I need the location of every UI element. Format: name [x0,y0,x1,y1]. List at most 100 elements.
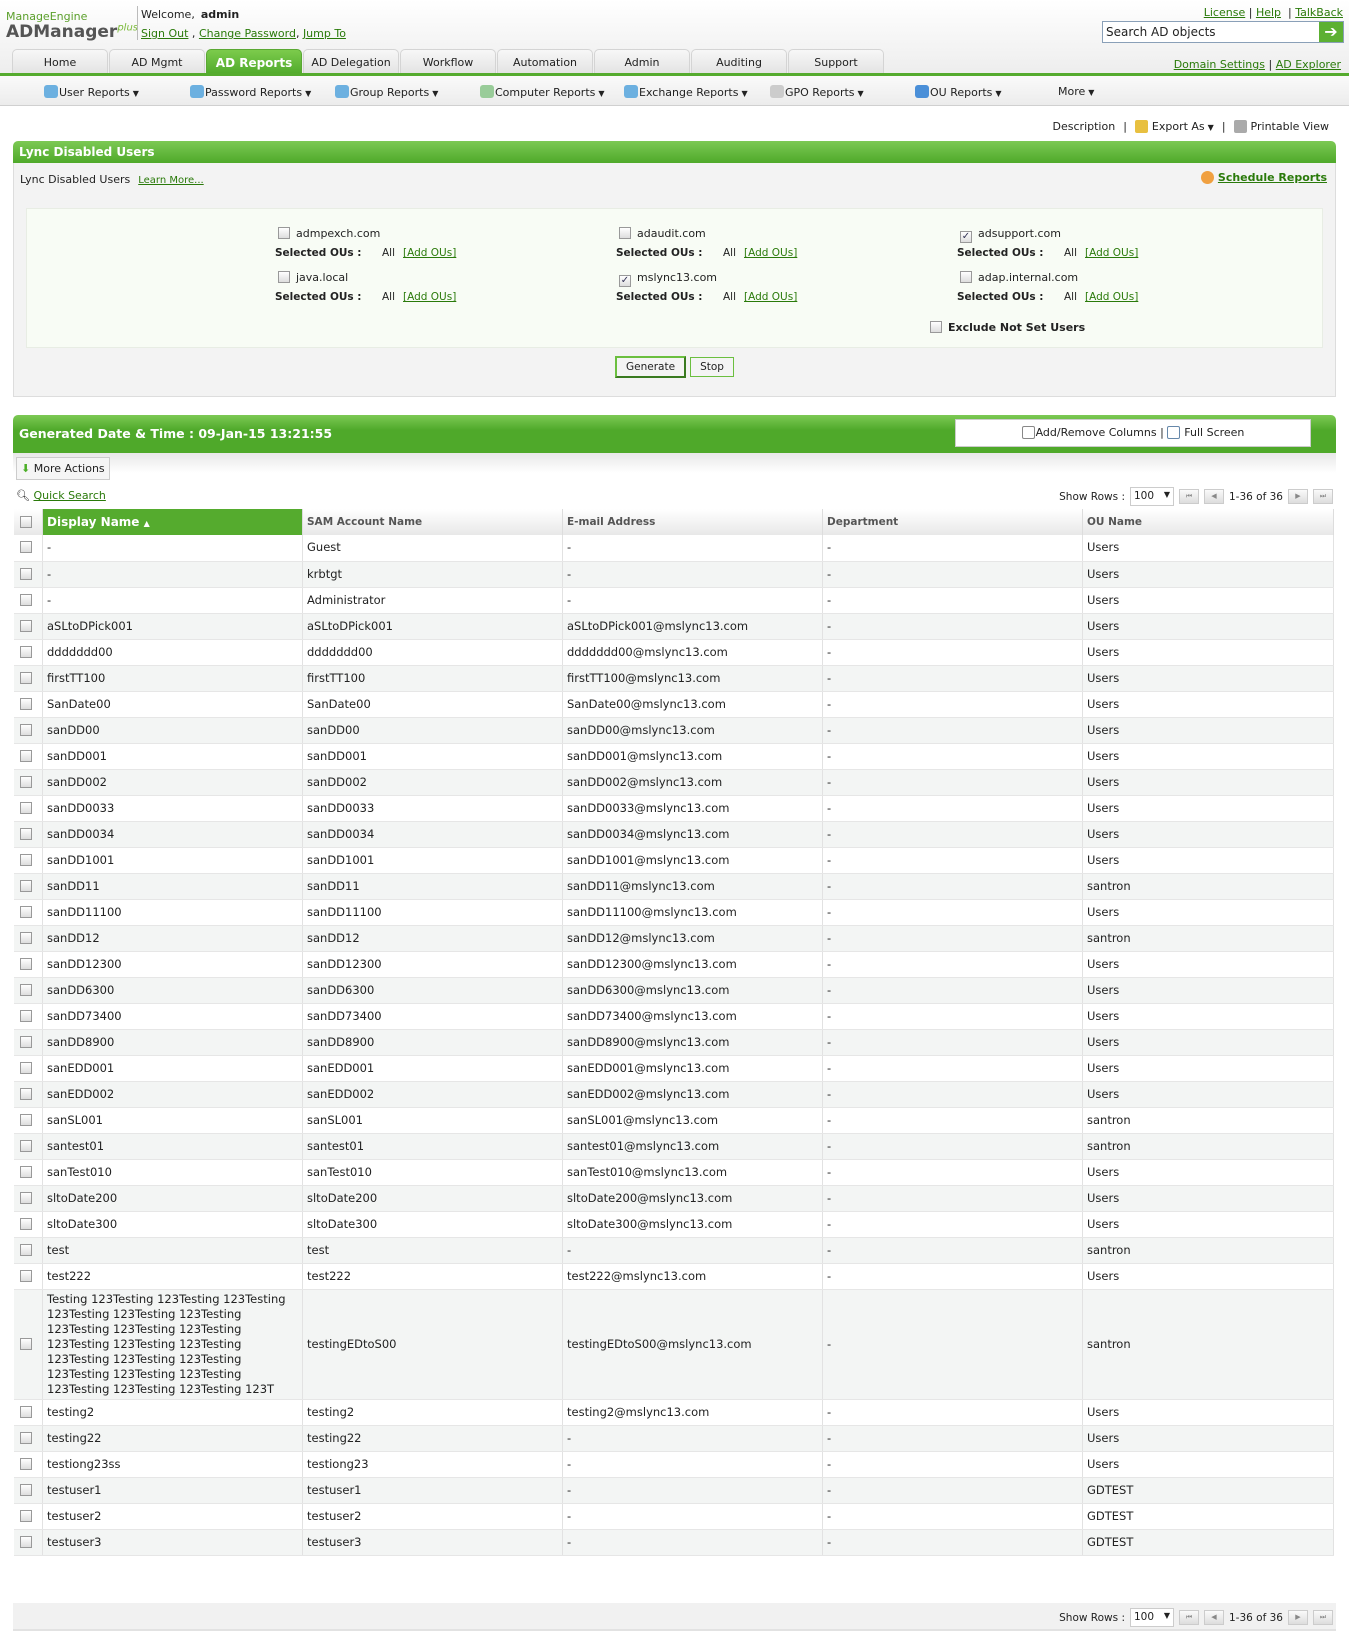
domain-checkbox[interactable] [960,271,972,283]
row-checkbox[interactable] [20,645,32,658]
domain-option[interactable]: adap.internal.com [960,271,1078,284]
add-ous-link[interactable]: [Add OUs] [1085,291,1138,303]
first-page-button[interactable]: ⏮ [1179,489,1199,504]
row-checkbox[interactable] [20,1009,32,1022]
domain-checkbox[interactable] [278,227,290,239]
export-as-menu[interactable]: Export As ▼ [1134,120,1214,133]
row-checkbox[interactable] [20,1269,32,1282]
add-ous-link[interactable]: [Add OUs] [403,291,456,303]
stop-button[interactable]: Stop [690,357,734,377]
change-password-link[interactable]: Change Password [199,27,296,40]
tab-workflow[interactable]: Workflow [400,49,496,75]
tab-admin[interactable]: Admin [594,49,690,75]
row-checkbox[interactable] [20,1035,32,1048]
row-checkbox[interactable] [20,1405,32,1418]
sign-out-link[interactable]: Sign Out [141,27,188,40]
quick-search[interactable]: 🔍︎ Quick Search [16,489,106,502]
quick-search-link[interactable]: Quick Search [33,489,105,502]
row-checkbox[interactable] [20,957,32,970]
add-ous-link[interactable]: [Add OUs] [744,247,797,259]
col-sam-account-name[interactable]: SAM Account Name [302,509,563,535]
row-checkbox[interactable] [20,1191,32,1204]
add-remove-columns-button[interactable]: Add/Remove Columns [1021,426,1157,439]
subnav-more[interactable]: More ▼ [1058,85,1094,98]
row-checkbox[interactable] [20,749,32,762]
tab-ad-delegation[interactable]: AD Delegation [303,49,399,75]
row-checkbox[interactable] [20,983,32,996]
domain-option[interactable]: ✓ mslync13.com [619,271,717,287]
next-page-button[interactable]: ▶ [1288,489,1308,504]
printable-view-link[interactable]: Printable View [1233,120,1329,133]
row-checkbox[interactable] [20,1087,32,1100]
domain-option[interactable]: adaudit.com [619,227,706,240]
col-display-name[interactable]: Display Name ▲ [42,509,303,535]
select-all-checkbox[interactable] [20,515,32,528]
col-ou-name[interactable]: OU Name [1082,509,1334,535]
row-checkbox[interactable] [20,931,32,944]
search-input[interactable] [1103,22,1319,42]
row-checkbox[interactable] [20,1165,32,1178]
next-page-button[interactable]: ▶ [1288,1610,1308,1625]
row-checkbox[interactable] [20,1535,32,1548]
subnav-exchange-reports[interactable]: Exchange Reports ▼ [624,85,748,99]
tab-ad-reports[interactable]: AD Reports [206,49,302,75]
last-page-button[interactable]: ⏭ [1313,489,1333,504]
row-checkbox[interactable] [20,1483,32,1496]
schedule-reports-link[interactable]: Schedule Reports [1200,171,1327,184]
row-checkbox[interactable] [20,723,32,736]
description-link[interactable]: Description [1053,120,1116,133]
subnav-group-reports[interactable]: Group Reports ▼ [335,85,438,99]
learn-more-link[interactable]: Learn More... [138,175,203,186]
domain-option[interactable]: ✓ adsupport.com [960,227,1061,243]
row-checkbox[interactable] [20,775,32,788]
row-checkbox[interactable] [20,1243,32,1256]
domain-checkbox[interactable]: ✓ [960,231,972,243]
help-link[interactable]: Help [1256,6,1281,19]
col-department[interactable]: Department [822,509,1083,535]
domain-checkbox[interactable]: ✓ [619,275,631,287]
exclude-not-set-users[interactable]: Exclude Not Set Users [930,321,1085,334]
row-checkbox[interactable] [20,1509,32,1522]
domain-option[interactable]: admpexch.com [278,227,380,240]
add-ous-link[interactable]: [Add OUs] [403,247,456,259]
row-checkbox[interactable] [20,1217,32,1230]
domain-settings-link[interactable]: Domain Settings [1174,58,1265,71]
tab-home[interactable]: Home [12,49,108,75]
row-checkbox[interactable] [20,1431,32,1444]
talkback-link[interactable]: TalkBack [1295,6,1343,19]
ad-explorer-link[interactable]: AD Explorer [1276,58,1341,71]
tab-auditing[interactable]: Auditing [691,49,787,75]
license-link[interactable]: License [1204,6,1245,19]
row-checkbox[interactable] [20,1113,32,1126]
tab-automation[interactable]: Automation [497,49,593,75]
subnav-computer-reports[interactable]: Computer Reports ▼ [480,85,605,99]
prev-page-button[interactable]: ◀ [1204,489,1224,504]
domain-checkbox[interactable] [619,227,631,239]
jump-to-link[interactable]: Jump To [303,27,346,40]
row-checkbox[interactable] [20,567,32,580]
row-checkbox[interactable] [20,1139,32,1152]
first-page-button[interactable]: ⏮ [1179,1610,1199,1625]
row-checkbox[interactable] [20,853,32,866]
row-checkbox[interactable] [20,801,32,814]
row-checkbox[interactable] [20,1061,32,1074]
add-ous-link[interactable]: [Add OUs] [744,291,797,303]
add-ous-link[interactable]: [Add OUs] [1085,247,1138,259]
rows-per-page-select[interactable]: 100 ▼ [1130,1608,1174,1627]
search-go-button[interactable]: ➔ [1319,22,1343,42]
generate-button[interactable]: Generate [615,356,687,378]
row-checkbox[interactable] [20,905,32,918]
domain-option[interactable]: java.local [278,271,348,284]
domain-checkbox[interactable] [278,271,290,283]
tab-support[interactable]: Support [788,49,884,75]
row-checkbox[interactable] [20,541,32,554]
col-email-address[interactable]: E-mail Address [562,509,823,535]
row-checkbox[interactable] [20,593,32,606]
row-checkbox[interactable] [20,671,32,684]
subnav-user-reports[interactable]: User Reports ▼ [44,85,139,99]
exclude-checkbox[interactable] [930,321,942,333]
last-page-button[interactable]: ⏭ [1313,1610,1333,1625]
row-checkbox[interactable] [20,619,32,632]
more-actions-button[interactable]: ⬇ More Actions [16,457,110,480]
subnav-ou-reports[interactable]: OU Reports ▼ [915,85,1002,99]
